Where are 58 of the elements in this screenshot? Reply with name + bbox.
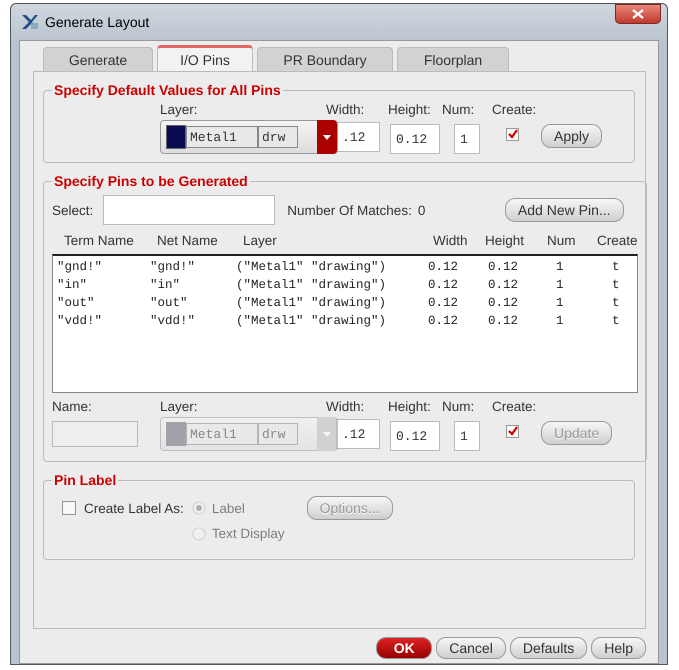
pin-row[interactable]: "gnd!" "gnd!" ("Metal1" "drawing") 0.12 0.12 1 t bbox=[57, 258, 633, 276]
pin-row[interactable]: "vdd!" "vdd!" ("Metal1" "drawing") 0.12 0.12 1 t bbox=[57, 312, 633, 330]
pin-row[interactable]: "in" "in" ("Metal1" "drawing") 0.12 0.12 1 t bbox=[57, 276, 633, 294]
width-label: Width: bbox=[326, 399, 366, 414]
column-header: Width bbox=[433, 233, 469, 248]
matches-count: 0 bbox=[418, 202, 426, 218]
tab[interactable]: PR Boundary bbox=[257, 47, 393, 71]
matches-label: Number Of Matches: bbox=[287, 202, 412, 218]
close-icon bbox=[632, 9, 644, 19]
layer-purpose: drw bbox=[258, 423, 298, 445]
checkbox[interactable] bbox=[506, 128, 519, 141]
dialog-button[interactable]: OK bbox=[376, 637, 432, 659]
layer-label: Layer: bbox=[160, 102, 199, 117]
layer-name: Metal1 bbox=[186, 126, 258, 148]
column-header: Height bbox=[485, 233, 526, 248]
width-label: Width: bbox=[326, 102, 366, 117]
group-title: Pin Label bbox=[53, 472, 118, 488]
window-title: Generate Layout bbox=[45, 14, 150, 30]
pin-row[interactable]: "out" "out" ("Metal1" "drawing") 0.12 0.12 1 t bbox=[57, 294, 633, 312]
apply-button[interactable]: Apply bbox=[541, 124, 602, 148]
tab[interactable]: Generate bbox=[43, 47, 153, 71]
height-label: Height: bbox=[388, 399, 432, 414]
layer-name: Metal1 bbox=[186, 423, 258, 445]
select-label: Select: bbox=[52, 202, 94, 218]
column-header: Create bbox=[597, 233, 638, 248]
layer-purpose: drw bbox=[258, 126, 298, 148]
dialog-button[interactable]: Defaults bbox=[510, 637, 588, 659]
column-header: Num bbox=[547, 233, 577, 248]
column-header: Layer bbox=[243, 233, 278, 248]
dialog-button[interactable]: Help bbox=[591, 637, 646, 659]
height-label: Height: bbox=[388, 102, 432, 117]
tab[interactable]: I/O Pins bbox=[157, 45, 253, 71]
name-label: Name: bbox=[52, 399, 93, 414]
dialog-button[interactable]: Cancel bbox=[436, 637, 506, 659]
layer-label: Layer: bbox=[160, 399, 199, 414]
app-icon bbox=[21, 13, 39, 31]
group-title: Specify Default Values for All Pins bbox=[53, 82, 282, 98]
add-pin-button[interactable]: Add New Pin... bbox=[504, 198, 624, 222]
height-field[interactable]: 0.12 bbox=[390, 124, 440, 154]
layer-dropdown[interactable]: Metal1 drw bbox=[160, 120, 338, 154]
radio-label: Text Display bbox=[212, 526, 285, 541]
caret-icon bbox=[323, 432, 331, 436]
select-field[interactable] bbox=[103, 195, 276, 225]
group-title: Specify Pins to be Generated bbox=[53, 173, 249, 189]
column-header: Term Name bbox=[64, 233, 135, 248]
create-label: Create: bbox=[492, 399, 538, 414]
radio-label: Label bbox=[212, 500, 245, 516]
tab[interactable]: Floorplan bbox=[397, 47, 509, 71]
name-field[interactable] bbox=[52, 421, 138, 447]
create-label-as-label: Create Label As: bbox=[84, 500, 184, 516]
layer-swatch-icon bbox=[166, 422, 186, 446]
num-field[interactable]: 1 bbox=[454, 124, 480, 154]
close-button[interactable] bbox=[615, 4, 661, 24]
caret-icon bbox=[323, 134, 331, 140]
column-header: Net Name bbox=[157, 233, 219, 248]
create-label: Create: bbox=[492, 102, 538, 117]
width-field[interactable]: .12 bbox=[336, 122, 380, 152]
layer-swatch-icon bbox=[166, 125, 186, 149]
